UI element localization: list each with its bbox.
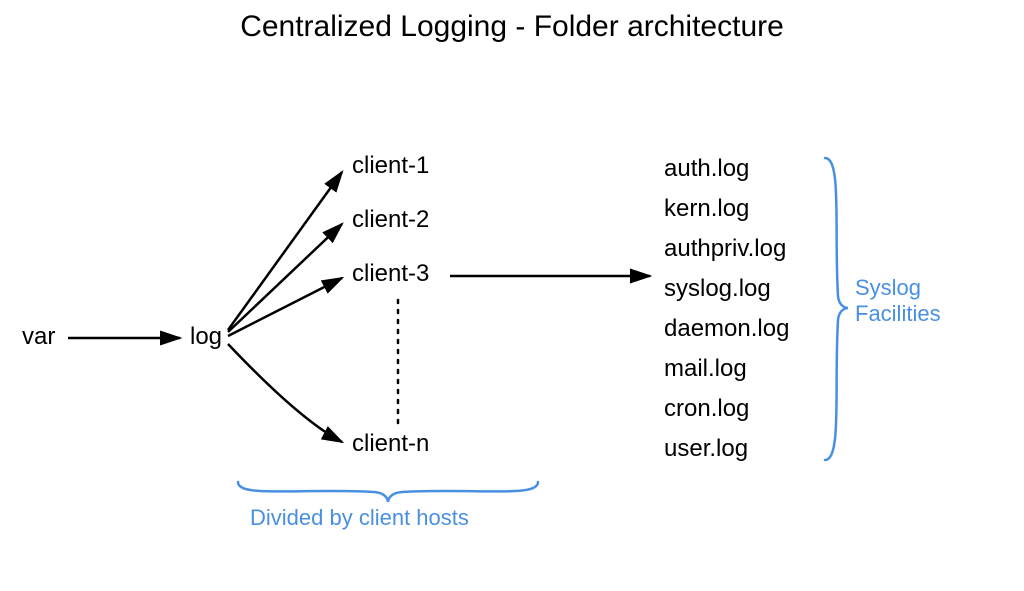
brace-facilities: [825, 158, 848, 460]
node-var: var: [22, 323, 55, 351]
diagram-title: Centralized Logging - Folder architectur…: [0, 10, 1024, 44]
arrow-log-to-client-n: [228, 344, 342, 442]
arrow-log-to-client-2: [228, 224, 342, 332]
brace-clients: [238, 482, 538, 502]
annotation-facilities-line2: Facilities: [855, 301, 941, 326]
log-auth: auth.log: [664, 155, 749, 183]
node-log: log: [190, 323, 222, 351]
log-cron: cron.log: [664, 395, 749, 423]
log-mail: mail.log: [664, 355, 747, 383]
arrow-log-to-client-3: [228, 278, 342, 336]
node-client-n: client-n: [352, 430, 429, 458]
node-client-3: client-3: [352, 260, 429, 288]
log-daemon: daemon.log: [664, 315, 789, 343]
log-user: user.log: [664, 435, 748, 463]
node-client-2: client-2: [352, 206, 429, 234]
annotation-facilities: Syslog Facilities: [855, 275, 941, 328]
log-authpriv: authpriv.log: [664, 235, 786, 263]
log-kern: kern.log: [664, 195, 749, 223]
arrow-log-to-client-1: [228, 172, 342, 330]
annotation-facilities-line1: Syslog: [855, 275, 921, 300]
node-client-1: client-1: [352, 152, 429, 180]
annotation-clients: Divided by client hosts: [250, 505, 469, 531]
log-syslog: syslog.log: [664, 275, 771, 303]
